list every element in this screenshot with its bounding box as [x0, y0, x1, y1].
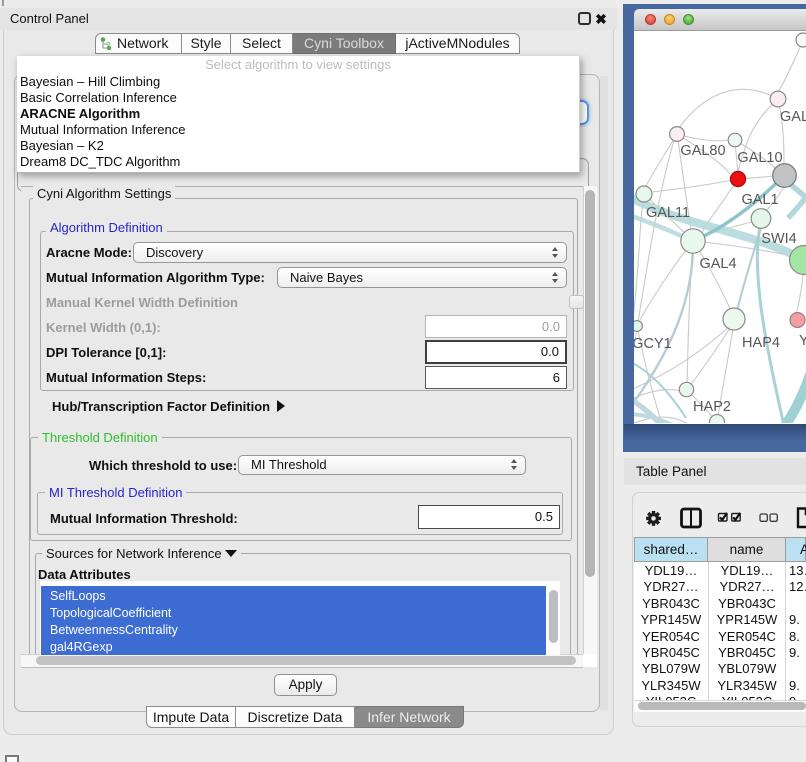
svg-text:GAL1: GAL1 [741, 192, 778, 208]
svg-text:GAL4: GAL4 [699, 256, 736, 272]
svg-text:GAL7: GAL7 [780, 109, 806, 125]
svg-text:GAL80: GAL80 [680, 143, 725, 159]
svg-text:HAP2: HAP2 [693, 399, 731, 415]
svg-text:SWI4: SWI4 [761, 231, 796, 247]
svg-text:HAP4: HAP4 [742, 335, 780, 351]
svg-text:GAL11: GAL11 [646, 205, 690, 221]
svg-text:YKL: YKL [799, 333, 806, 349]
svg-text:GCY1: GCY1 [634, 336, 672, 352]
svg-text:GAL10: GAL10 [737, 150, 782, 166]
